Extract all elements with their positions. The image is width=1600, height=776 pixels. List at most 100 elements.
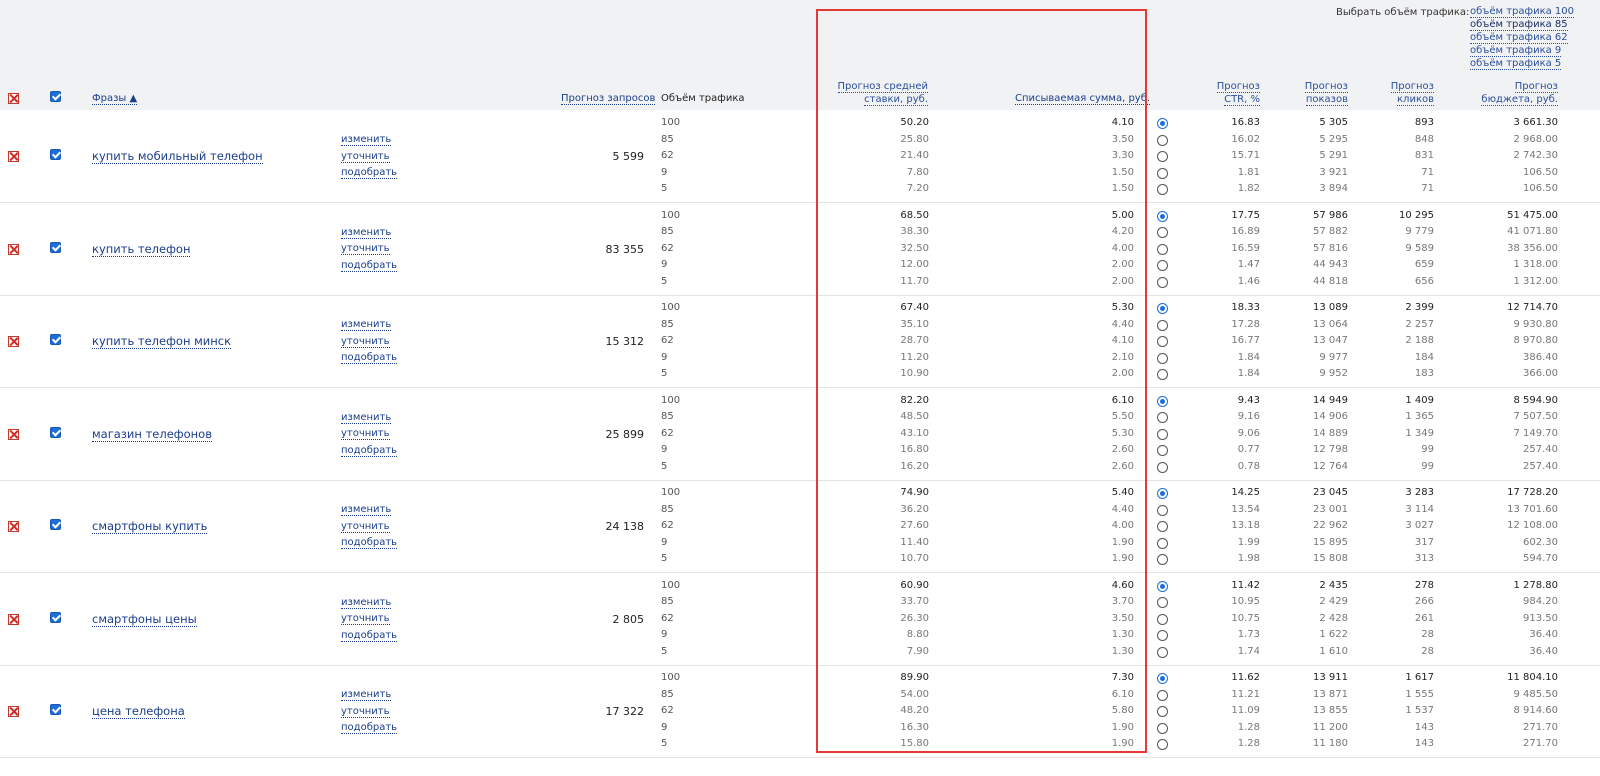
pick-link[interactable]: подобрать bbox=[341, 260, 398, 272]
traffic-radio[interactable] bbox=[1157, 521, 1168, 532]
traffic-radio[interactable] bbox=[1157, 243, 1168, 255]
traffic-radio[interactable] bbox=[1157, 461, 1168, 473]
traffic-radio[interactable] bbox=[1157, 689, 1168, 701]
phrase-checkbox[interactable] bbox=[50, 426, 61, 438]
pick-link[interactable]: подобрать bbox=[341, 167, 398, 179]
col-bid[interactable]: Прогноз средней ставки, руб. bbox=[820, 80, 928, 106]
remove-phrase-checkbox-icon[interactable] bbox=[8, 521, 19, 532]
traffic-radio[interactable] bbox=[1157, 167, 1168, 179]
traffic-radio[interactable] bbox=[1157, 276, 1168, 288]
refine-link[interactable]: уточнить bbox=[341, 613, 390, 625]
traffic-radio[interactable] bbox=[1157, 630, 1168, 641]
remove-phrase-checkbox-icon[interactable] bbox=[8, 151, 19, 162]
col-clicks[interactable]: Прогноз кликов bbox=[1364, 80, 1434, 106]
col-requests[interactable]: Прогноз запросов bbox=[561, 93, 656, 105]
traffic-radio[interactable] bbox=[1157, 412, 1168, 423]
refine-link[interactable]: уточнить bbox=[341, 428, 390, 440]
phrase-link[interactable]: смартфоны цены bbox=[92, 612, 197, 627]
traffic-radio[interactable] bbox=[1157, 504, 1168, 516]
remove-phrase-checkbox-icon[interactable] bbox=[8, 613, 19, 625]
remove-phrase-checkbox-icon[interactable] bbox=[8, 428, 19, 440]
col-phrases-sort[interactable]: Фразы ▲ bbox=[92, 93, 138, 105]
phrase-link[interactable]: купить телефон bbox=[92, 242, 191, 257]
pick-link[interactable]: подобрать bbox=[341, 445, 398, 457]
refine-link[interactable]: уточнить bbox=[341, 706, 390, 718]
phrase-checkbox[interactable] bbox=[50, 611, 61, 623]
traffic-radio[interactable] bbox=[1157, 336, 1168, 347]
refine-link[interactable]: уточнить bbox=[341, 151, 390, 163]
impressions-value: 5 305 bbox=[1319, 117, 1348, 128]
pick-link[interactable]: подобрать bbox=[341, 630, 398, 642]
traffic-radio[interactable] bbox=[1157, 706, 1168, 717]
change-link[interactable]: изменить bbox=[341, 597, 392, 609]
traffic-radio[interactable] bbox=[1157, 395, 1168, 407]
col-budget[interactable]: Прогноз бюджета, руб. bbox=[1460, 80, 1558, 106]
remove-phrase-checkbox-icon[interactable] bbox=[8, 243, 19, 255]
traffic-volume-links: объём трафика 100 объём трафика 85 объём… bbox=[1470, 6, 1598, 71]
phrase-checkbox[interactable] bbox=[50, 704, 61, 715]
traffic-radio[interactable] bbox=[1157, 319, 1168, 331]
col-ctr[interactable]: Прогноз CTR, % bbox=[1190, 80, 1260, 106]
traffic-radio[interactable] bbox=[1157, 184, 1168, 195]
traffic-radio[interactable] bbox=[1157, 613, 1168, 625]
traffic-radio[interactable] bbox=[1157, 303, 1168, 314]
traffic-radio[interactable] bbox=[1157, 428, 1168, 440]
phrase-checkbox[interactable] bbox=[50, 334, 61, 345]
phrase-link[interactable]: смартфоны купить bbox=[92, 519, 208, 534]
traffic-radio[interactable] bbox=[1157, 673, 1168, 684]
remove-phrase-checkbox-icon[interactable] bbox=[8, 336, 19, 347]
traffic-radio[interactable] bbox=[1157, 722, 1168, 734]
traffic-radio[interactable] bbox=[1157, 352, 1168, 364]
traffic-radio[interactable] bbox=[1157, 151, 1168, 162]
traffic-radio[interactable] bbox=[1157, 646, 1168, 658]
clicks-value: 317 bbox=[1414, 536, 1434, 548]
pick-link[interactable]: подобрать bbox=[341, 537, 398, 549]
change-link[interactable]: изменить bbox=[341, 227, 392, 239]
remove-phrase-checkbox-icon[interactable] bbox=[8, 706, 19, 717]
pick-link[interactable]: подобрать bbox=[341, 722, 398, 734]
phrase-link[interactable]: магазин телефонов bbox=[92, 427, 212, 442]
traffic-radio[interactable] bbox=[1157, 369, 1168, 380]
refine-link[interactable]: уточнить bbox=[341, 336, 390, 348]
traffic-link-5[interactable]: объём трафика 5 bbox=[1470, 58, 1562, 70]
traffic-radio[interactable] bbox=[1157, 134, 1168, 146]
pick-link[interactable]: подобрать bbox=[341, 352, 398, 364]
traffic-radio[interactable] bbox=[1157, 445, 1168, 456]
charge-value: 1.90 bbox=[1111, 553, 1134, 564]
refine-link[interactable]: уточнить bbox=[341, 521, 390, 533]
bid-value: 10.90 bbox=[900, 368, 929, 379]
traffic-radio[interactable] bbox=[1157, 118, 1168, 129]
refine-link[interactable]: уточнить bbox=[341, 243, 390, 255]
traffic-link-62[interactable]: объём трафика 62 bbox=[1470, 32, 1568, 44]
traffic-radio[interactable] bbox=[1157, 537, 1168, 549]
ctr-value: 1.47 bbox=[1237, 259, 1260, 270]
clicks-value: 9 779 bbox=[1405, 226, 1434, 237]
traffic-radio[interactable] bbox=[1157, 580, 1168, 592]
change-link[interactable]: изменить bbox=[341, 412, 392, 424]
traffic-radio[interactable] bbox=[1157, 597, 1168, 608]
traffic-radio[interactable] bbox=[1157, 739, 1168, 750]
phrase-link[interactable]: купить телефон минск bbox=[92, 334, 232, 349]
phrase-checkbox[interactable] bbox=[50, 149, 61, 160]
phrase-link[interactable]: цена телефона bbox=[92, 704, 185, 719]
traffic-radio[interactable] bbox=[1157, 210, 1168, 222]
select-all-checkbox[interactable] bbox=[50, 91, 61, 102]
phrase-link[interactable]: купить мобильный телефон bbox=[92, 149, 263, 164]
change-link[interactable]: изменить bbox=[341, 134, 392, 146]
remove-all-checkbox-icon[interactable] bbox=[8, 93, 19, 104]
traffic-radio[interactable] bbox=[1157, 554, 1168, 565]
change-link[interactable]: изменить bbox=[341, 319, 392, 331]
traffic-link-100[interactable]: объём трафика 100 bbox=[1470, 6, 1575, 18]
col-impressions[interactable]: Прогноз показов bbox=[1278, 80, 1348, 106]
col-charge[interactable]: Списываемая сумма, руб. bbox=[1015, 93, 1151, 105]
traffic-link-9[interactable]: объём трафика 9 bbox=[1470, 45, 1562, 57]
phrase-checkbox[interactable] bbox=[50, 519, 61, 530]
traffic-radio[interactable] bbox=[1157, 488, 1168, 499]
traffic-link-85[interactable]: объём трафика 85 bbox=[1470, 19, 1568, 31]
clicks-value: 2 188 bbox=[1405, 335, 1434, 346]
traffic-radio[interactable] bbox=[1157, 227, 1168, 238]
phrase-checkbox[interactable] bbox=[50, 241, 61, 253]
change-link[interactable]: изменить bbox=[341, 689, 392, 701]
traffic-radio[interactable] bbox=[1157, 260, 1168, 271]
change-link[interactable]: изменить bbox=[341, 504, 392, 516]
